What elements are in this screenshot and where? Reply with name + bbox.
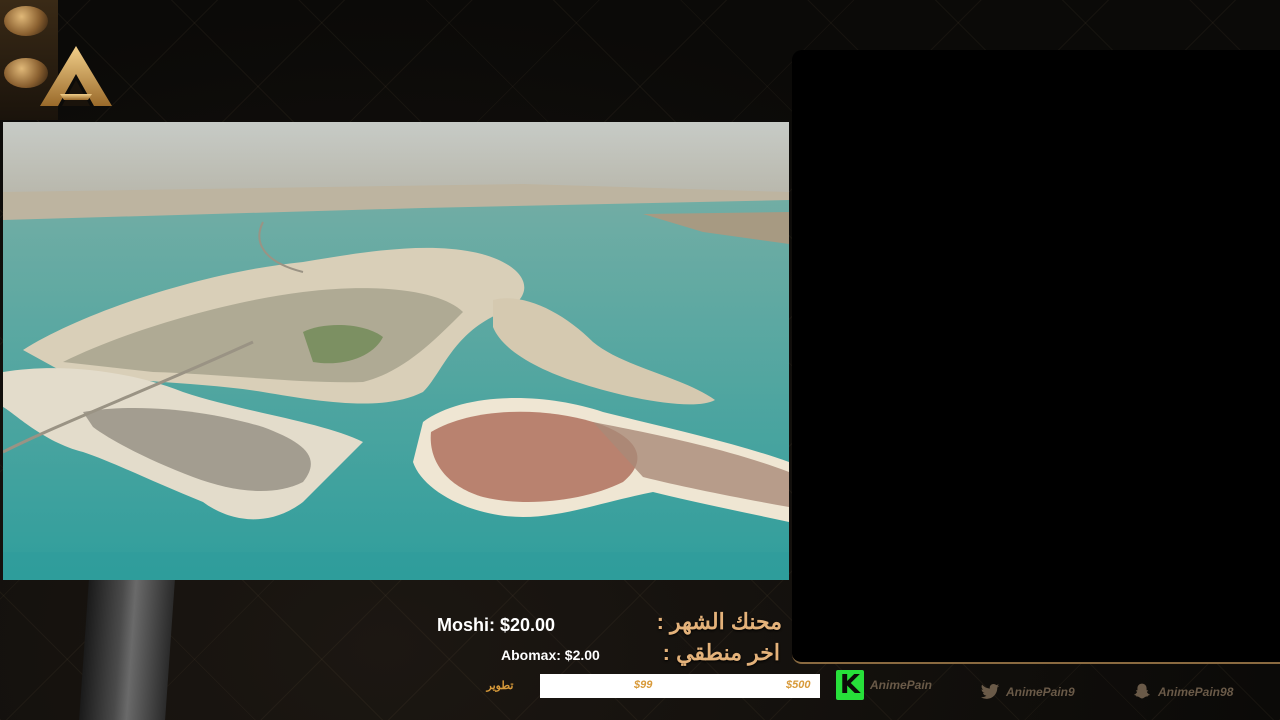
decorative-metal-post — [79, 580, 175, 720]
social-snapchat[interactable]: AnimePain98 — [1132, 682, 1233, 702]
aerial-islands-video — [3, 122, 789, 580]
video-player[interactable] — [3, 122, 789, 580]
top-donor-label: محنك الشهر : — [656, 609, 782, 634]
channel-logo-icon — [40, 46, 112, 106]
goal-label: تطوير — [486, 680, 514, 692]
goal-mark-end: $500 — [786, 679, 811, 691]
webcam-panel — [792, 50, 1280, 664]
social-twitter[interactable]: AnimePain9 — [980, 682, 1075, 702]
donation-goal-bar: $99 $500 — [540, 674, 820, 698]
social-handle: AnimePain — [870, 678, 933, 692]
goal-mark-mid: $99 — [634, 679, 653, 691]
twitter-icon — [980, 684, 1000, 699]
snapchat-icon — [1134, 683, 1150, 699]
social-handle: AnimePain98 — [1158, 685, 1234, 699]
social-handle: AnimePain9 — [1006, 685, 1075, 699]
top-donor-value: Moshi: $20.00 — [437, 615, 556, 635]
social-kick[interactable]: K AnimePain — [836, 670, 933, 700]
latest-donor-label: اخر منطقي : — [662, 640, 780, 665]
latest-donor-value: Abomax: $2.00 — [501, 647, 600, 663]
kick-icon: K — [836, 670, 864, 700]
